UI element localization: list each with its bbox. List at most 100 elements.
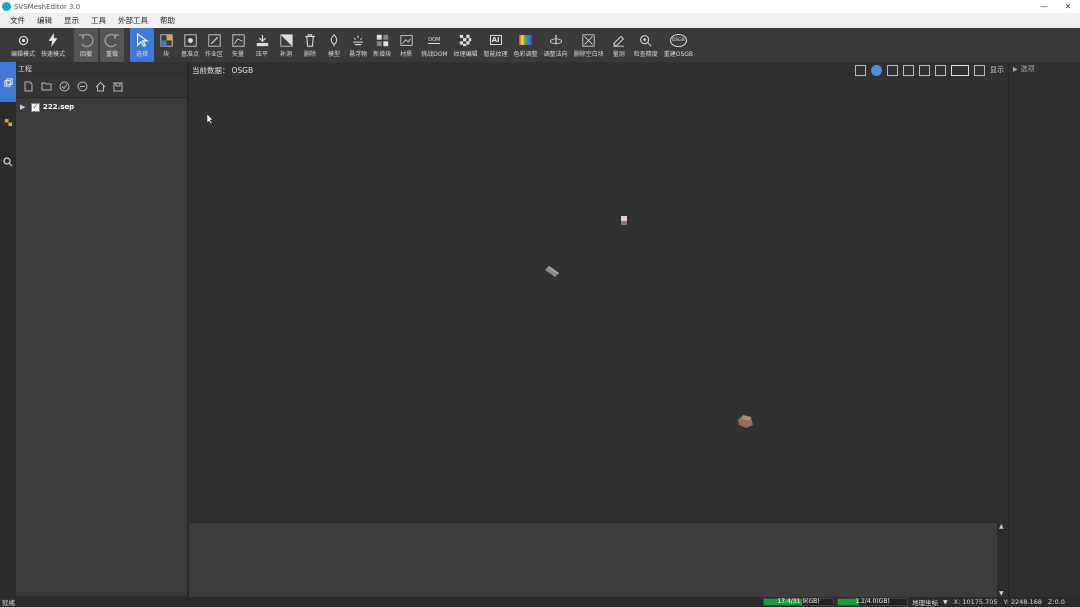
menu-file[interactable]: 文件 bbox=[4, 13, 31, 28]
quick-mode-button[interactable]: 快速模式 bbox=[38, 28, 68, 62]
search-tab-button[interactable] bbox=[0, 142, 16, 182]
y-coordinate: Y: 2248.168 bbox=[1003, 598, 1042, 606]
view-tools: 显示 bbox=[855, 64, 1008, 76]
memory-bar-label: 17.4/31.9(GB) bbox=[777, 598, 820, 605]
view-cube-icon[interactable] bbox=[887, 64, 898, 76]
project-panel: 工程 ▶ ✓ 222.sep bbox=[16, 62, 188, 597]
scroll-down-icon[interactable]: ▼ bbox=[999, 590, 1004, 597]
color-adjust-button[interactable]: 色彩调整 bbox=[511, 28, 541, 62]
work-area-label: 作业区 bbox=[205, 51, 224, 58]
view-cylinder-icon[interactable] bbox=[903, 64, 914, 76]
measure-button[interactable]: 量测 bbox=[607, 28, 631, 62]
coordinate-readout: 地理坐标 ▼ X: 10175.705 Y: 2248.168 Z:0.0 bbox=[912, 597, 1065, 607]
tree-node[interactable]: ▶ ✓ 222.sep bbox=[16, 101, 187, 113]
texture-edit-button[interactable]: 纹理编辑 bbox=[451, 28, 481, 62]
vector-button[interactable]: 矢量 bbox=[226, 28, 250, 62]
menu-view[interactable]: 显示 bbox=[58, 13, 85, 28]
open-folder-icon[interactable] bbox=[40, 81, 52, 93]
check-all-icon[interactable] bbox=[58, 81, 70, 93]
work-area-button[interactable]: 作业区 bbox=[202, 28, 226, 62]
mesh-object[interactable] bbox=[544, 265, 560, 278]
project-tree: ▶ ✓ 222.sep bbox=[16, 98, 187, 595]
texture-edit-icon bbox=[458, 32, 474, 48]
block-tab-button[interactable] bbox=[0, 102, 16, 142]
material-label: 材质 bbox=[400, 51, 413, 58]
lightning-icon bbox=[45, 32, 61, 48]
scroll-up-icon[interactable]: ▲ bbox=[999, 523, 1004, 530]
collapse-arrow-icon: ▶ bbox=[1013, 65, 1018, 73]
project-tab-button[interactable] bbox=[0, 62, 16, 102]
model-button[interactable]: 模型 bbox=[322, 28, 346, 62]
adjust-normal-button[interactable]: 调整法向 bbox=[541, 28, 571, 62]
minimize-button[interactable]: — bbox=[1032, 0, 1056, 13]
menu-tools[interactable]: 工具 bbox=[85, 13, 112, 28]
save-icon[interactable] bbox=[112, 81, 124, 93]
expand-arrow-icon[interactable]: ▶ bbox=[20, 103, 28, 111]
fill-hole-icon bbox=[278, 32, 294, 48]
memory-bar: 17.4/31.9(GB) bbox=[763, 598, 834, 606]
model-label: 模型 bbox=[328, 51, 341, 58]
menu-external-tools[interactable]: 外部工具 bbox=[112, 13, 154, 28]
home-icon[interactable] bbox=[94, 81, 106, 93]
check-precision-label: 检查精度 bbox=[633, 51, 658, 58]
vector-label: 矢量 bbox=[232, 51, 245, 58]
coord-system-dropdown[interactable]: 地理坐标 bbox=[912, 597, 938, 607]
model-icon bbox=[326, 32, 342, 48]
delete-button[interactable]: 删除 bbox=[298, 28, 322, 62]
block-icon bbox=[158, 32, 174, 48]
material-icon bbox=[398, 32, 414, 48]
ai-texture-button[interactable]: AI 智能纹理 bbox=[481, 28, 511, 62]
view-check2-icon[interactable] bbox=[935, 64, 946, 76]
menu-help[interactable]: 帮助 bbox=[154, 13, 181, 28]
menu-bar: 文件 编辑 显示 工具 外部工具 帮助 bbox=[0, 13, 1080, 28]
flatten-button[interactable]: 压平 bbox=[250, 28, 274, 62]
uncheck-all-icon[interactable] bbox=[76, 81, 88, 93]
select-button[interactable]: 选择 bbox=[130, 28, 155, 62]
dropdown-arrow-icon[interactable]: ▼ bbox=[943, 599, 948, 606]
block-button[interactable]: 块 bbox=[154, 28, 178, 62]
undo-button[interactable]: 回撤 bbox=[74, 28, 99, 62]
project-panel-title: 工程 bbox=[16, 62, 187, 76]
material-button[interactable]: 材质 bbox=[394, 28, 418, 62]
measure-icon bbox=[611, 32, 627, 48]
view-sphere-icon[interactable] bbox=[871, 64, 882, 76]
ai-icon-text: AI bbox=[489, 35, 502, 45]
quick-mode-label: 快速模式 bbox=[41, 51, 66, 58]
delete-label: 删除 bbox=[304, 51, 317, 58]
close-button[interactable]: ✕ bbox=[1056, 0, 1080, 13]
rebuild-osgb-icon: OSGB bbox=[669, 32, 687, 48]
rebuild-osgb-button[interactable]: OSGB 重建OSGB bbox=[661, 28, 696, 62]
color-adjust-label: 色彩调整 bbox=[513, 51, 538, 58]
floating-object-button[interactable]: 悬浮物 bbox=[346, 28, 370, 62]
log-scrollbar[interactable]: ▲ ▼ bbox=[997, 522, 1008, 597]
new-file-icon[interactable] bbox=[22, 81, 34, 93]
node-checkbox[interactable]: ✓ bbox=[31, 102, 40, 112]
dom-icon: DOM bbox=[426, 32, 442, 48]
dom-icon-text: DOM bbox=[428, 36, 441, 44]
mesh-object[interactable] bbox=[737, 414, 754, 429]
reference-point-button[interactable]: 基准点 bbox=[178, 28, 202, 62]
fill-hole-button[interactable]: 补洞 bbox=[274, 28, 298, 62]
menu-edit[interactable]: 编辑 bbox=[31, 13, 58, 28]
3d-viewport[interactable] bbox=[189, 78, 1008, 521]
options-header[interactable]: ▶ 选项 bbox=[1009, 62, 1080, 76]
view-grid-icon[interactable] bbox=[974, 64, 985, 76]
floating-object-icon bbox=[350, 32, 366, 48]
view-color-swatch[interactable] bbox=[951, 64, 969, 76]
add-block-button[interactable]: 新增块 bbox=[370, 28, 394, 62]
delete-empty-block-button[interactable]: 删除空白块 bbox=[571, 28, 607, 62]
work-area-icon bbox=[206, 32, 222, 48]
edit-mode-button[interactable]: 编辑模式 bbox=[8, 28, 38, 62]
dom-button[interactable]: DOM 挑战DOM bbox=[418, 28, 451, 62]
gpu-memory-bar: 1.2/4.0(GB) bbox=[837, 598, 908, 606]
reference-point-icon bbox=[182, 32, 198, 48]
view-check-icon[interactable] bbox=[919, 64, 930, 76]
log-panel bbox=[189, 522, 997, 597]
view-box-icon[interactable] bbox=[855, 64, 866, 76]
check-precision-button[interactable]: 检查精度 bbox=[631, 28, 661, 62]
show-dropdown[interactable]: 显示 bbox=[990, 65, 1004, 75]
mesh-object[interactable] bbox=[620, 215, 628, 226]
ai-texture-label: 智能纹理 bbox=[483, 51, 508, 58]
redo-button[interactable]: 重做 bbox=[100, 28, 125, 62]
edit-mode-label: 编辑模式 bbox=[11, 51, 36, 58]
